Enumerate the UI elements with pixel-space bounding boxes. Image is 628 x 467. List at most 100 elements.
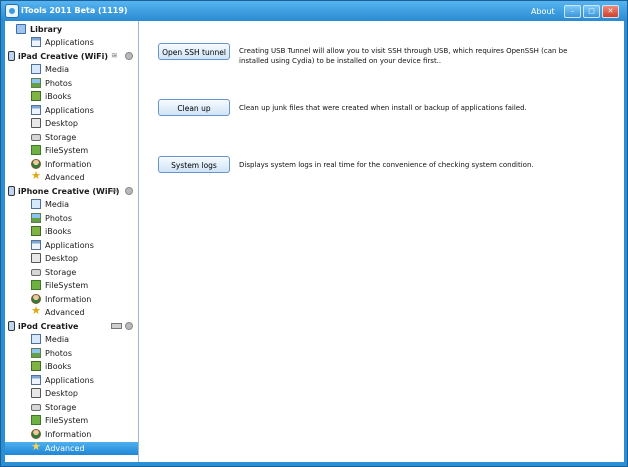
filesystem-icon — [31, 415, 41, 425]
sidebar-item-label: Photos — [45, 79, 72, 88]
sidebar-item-filesystem[interactable]: FileSystem — [5, 279, 138, 292]
sidebar-device-ipad[interactable]: iPad Creative (WiFi) ≋ — [5, 50, 138, 63]
iphone-device-icon — [8, 186, 15, 196]
information-icon — [31, 294, 41, 304]
sidebar-item-applications[interactable]: Applications — [5, 104, 138, 117]
device-name: iPod Creative — [18, 322, 79, 331]
sidebar-item-desktop[interactable]: Desktop — [5, 117, 138, 130]
sidebar-item-label: Photos — [45, 349, 72, 358]
sidebar-item-label: Applications — [45, 106, 94, 115]
sidebar-item-information[interactable]: Information — [5, 293, 138, 306]
storage-icon — [31, 404, 41, 411]
sidebar: Library Applications iPad Creative (WiFi… — [5, 21, 139, 462]
photos-icon — [31, 213, 41, 223]
storage-icon — [31, 269, 41, 276]
sidebar-item-photos[interactable]: Photos — [5, 212, 138, 225]
device-name: iPad Creative (WiFi) — [18, 52, 109, 61]
eject-icon[interactable] — [125, 322, 133, 330]
clean-up-description: Clean up junk files that were created wh… — [239, 104, 527, 112]
applications-icon — [31, 375, 41, 385]
sidebar-item-applications[interactable]: Applications — [5, 374, 138, 387]
sidebar-item-label: Media — [45, 200, 70, 209]
sidebar-item-label: Information — [45, 295, 92, 304]
sidebar-item-label: Applications — [45, 376, 94, 385]
sidebar-item-label: Advanced — [45, 308, 85, 317]
ibooks-icon — [31, 91, 41, 101]
ipad-device-icon — [8, 51, 15, 61]
wifi-icon: ≋ — [111, 51, 118, 60]
media-icon — [31, 64, 41, 74]
storage-icon — [31, 134, 41, 141]
ipod-device-icon — [8, 321, 15, 331]
sidebar-item-label: Desktop — [45, 389, 78, 398]
wifi-icon: ≋ — [111, 186, 118, 195]
open-ssh-tunnel-description: Creating USB Tunnel will allow you to vi… — [239, 47, 568, 65]
advanced-icon: ★ — [31, 440, 41, 453]
sidebar-item-filesystem[interactable]: FileSystem — [5, 414, 138, 427]
maximize-button[interactable]: □ — [583, 5, 600, 18]
sidebar-item-storage[interactable]: Storage — [5, 266, 138, 279]
sidebar-item-label: Information — [45, 430, 92, 439]
sidebar-item-storage[interactable]: Storage — [5, 401, 138, 414]
sidebar-item-advanced-selected[interactable]: ★ Advanced — [5, 440, 138, 455]
sidebar-library[interactable]: Library — [5, 23, 138, 36]
information-icon — [31, 429, 41, 439]
sidebar-item-label: Media — [45, 335, 70, 344]
sidebar-item-information[interactable]: Information — [5, 158, 138, 171]
filesystem-icon — [31, 145, 41, 155]
sidebar-item-information[interactable]: Information — [5, 428, 138, 441]
sidebar-item-label: Desktop — [45, 119, 78, 128]
sidebar-item-label: iBooks — [45, 92, 72, 101]
desktop-icon — [31, 118, 41, 128]
system-logs-description: Displays system logs in real time for th… — [239, 161, 534, 169]
advanced-panel: Open SSH tunnel Creating USB Tunnel will… — [139, 21, 624, 462]
filesystem-icon — [31, 280, 41, 290]
sidebar-item-label: Advanced — [45, 173, 85, 182]
sidebar-item-applications[interactable]: Applications — [5, 239, 138, 252]
sidebar-item-media[interactable]: Media — [5, 333, 138, 346]
battery-icon — [111, 323, 122, 329]
sidebar-item-media[interactable]: Media — [5, 198, 138, 211]
desktop-icon — [31, 253, 41, 263]
app-window: iTools 2011 Beta (1119) About – □ ✕ Libr… — [0, 0, 628, 467]
sidebar-item-ibooks[interactable]: iBooks — [5, 360, 138, 373]
sidebar-item-desktop[interactable]: Desktop — [5, 387, 138, 400]
sidebar-item-storage[interactable]: Storage — [5, 131, 138, 144]
sidebar-item-advanced[interactable]: ★ Advanced — [5, 304, 138, 319]
sidebar-item-ibooks[interactable]: iBooks — [5, 225, 138, 238]
sidebar-item-label: iBooks — [45, 227, 72, 236]
sidebar-item-label: Information — [45, 160, 92, 169]
sidebar-item-advanced[interactable]: ★ Advanced — [5, 170, 138, 184]
sidebar-item-filesystem[interactable]: FileSystem — [5, 144, 138, 157]
library-icon — [16, 24, 26, 34]
sidebar-item-photos[interactable]: Photos — [5, 77, 138, 90]
open-ssh-tunnel-button[interactable]: Open SSH tunnel — [158, 43, 230, 60]
sidebar-item-label: Storage — [45, 268, 77, 277]
sidebar-item-media[interactable]: Media — [5, 63, 138, 76]
itools-logo-icon — [5, 4, 19, 18]
sidebar-item-ibooks[interactable]: iBooks — [5, 90, 138, 103]
system-logs-button[interactable]: System logs — [158, 156, 230, 173]
sidebar-device-iphone[interactable]: iPhone Creative (WiFi) ≋ — [5, 185, 138, 198]
advanced-icon: ★ — [31, 304, 41, 317]
close-button[interactable]: ✕ — [602, 5, 619, 18]
title-bar[interactable]: iTools 2011 Beta (1119) About – □ ✕ — [1, 1, 627, 21]
media-icon — [31, 199, 41, 209]
clean-up-button[interactable]: Clean up — [158, 99, 230, 116]
sidebar-device-ipod[interactable]: iPod Creative — [5, 320, 138, 333]
sidebar-item-label: Desktop — [45, 254, 78, 263]
sidebar-item-label: Storage — [45, 133, 77, 142]
sidebar-item-photos[interactable]: Photos — [5, 347, 138, 360]
photos-icon — [31, 348, 41, 358]
sidebar-item-label: Applications — [45, 38, 94, 47]
desktop-icon — [31, 388, 41, 398]
minimize-button[interactable]: – — [564, 5, 581, 18]
eject-icon[interactable] — [125, 187, 133, 195]
sidebar-item-desktop[interactable]: Desktop — [5, 252, 138, 265]
sidebar-item-library-applications[interactable]: Applications — [5, 36, 138, 49]
applications-icon — [31, 105, 41, 115]
about-link[interactable]: About — [531, 7, 555, 16]
sidebar-item-label: FileSystem — [45, 146, 89, 155]
eject-icon[interactable] — [125, 52, 133, 60]
media-icon — [31, 334, 41, 344]
